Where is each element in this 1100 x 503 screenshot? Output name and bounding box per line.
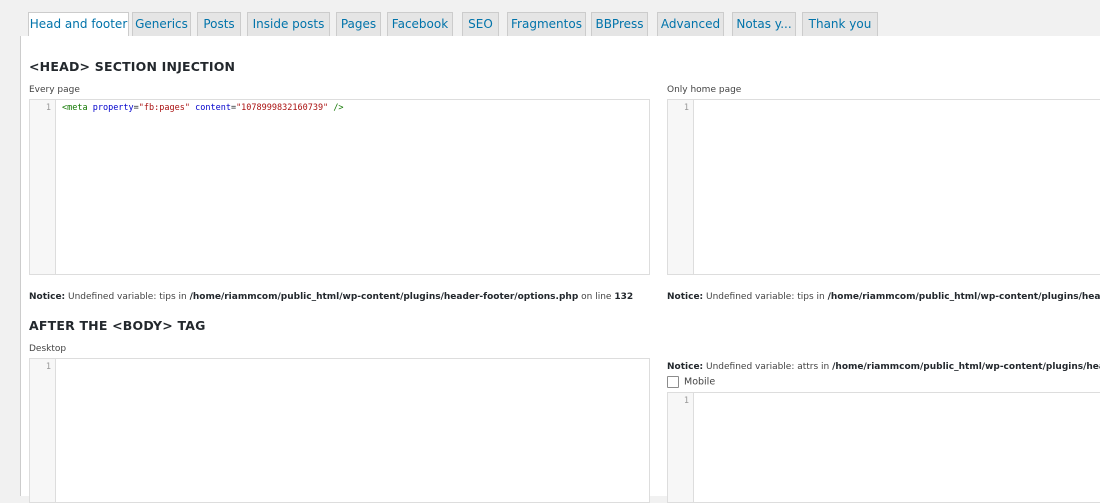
mobile-label: Mobile bbox=[684, 376, 716, 388]
notice-text: on line bbox=[578, 292, 615, 302]
only-home-editor[interactable]: 1 bbox=[667, 99, 1100, 275]
tab-generics[interactable]: Generics bbox=[132, 12, 191, 37]
notice-tips-left: Notice: Undefined variable: tips in /hom… bbox=[29, 292, 633, 302]
notice-path: /home/riammcom/public_html/wp-content/pl… bbox=[827, 292, 1100, 302]
code-attr-property: property bbox=[92, 103, 134, 113]
notice-path: /home/riammcom/public_html/wp-content/pl… bbox=[189, 292, 579, 302]
notice-text: Undefined variable: attrs in bbox=[703, 362, 833, 372]
body-section-title: AFTER THE <BODY> TAG bbox=[29, 318, 206, 333]
notice-prefix: Notice: bbox=[667, 292, 704, 302]
tab-seo[interactable]: SEO bbox=[462, 12, 499, 37]
editor-gutter: 1 bbox=[668, 393, 694, 502]
only-home-label: Only home page bbox=[667, 85, 742, 95]
tab-fragmentos[interactable]: Fragmentos bbox=[507, 12, 586, 37]
editor-gutter: 1 bbox=[668, 100, 694, 274]
line-number: 1 bbox=[683, 396, 689, 406]
mobile-checkbox[interactable] bbox=[667, 376, 679, 388]
mobile-editor[interactable]: 1 bbox=[667, 392, 1100, 503]
tab-pages[interactable]: Pages bbox=[336, 12, 381, 37]
tab-bbpress[interactable]: BBPress bbox=[591, 12, 648, 37]
notice-text: Undefined variable: tips in bbox=[703, 292, 828, 302]
tab-thank-you[interactable]: Thank you bbox=[802, 12, 878, 37]
notice-prefix: Notice: bbox=[29, 292, 66, 302]
tab-inside-posts[interactable]: Inside posts bbox=[247, 12, 330, 37]
notice-attrs-right: Notice: Undefined variable: attrs in /ho… bbox=[667, 362, 1100, 372]
desktop-editor[interactable]: 1 bbox=[29, 358, 650, 503]
notice-text: Undefined variable: tips in bbox=[65, 292, 190, 302]
editor-gutter: 1 bbox=[30, 100, 56, 274]
tab-posts[interactable]: Posts bbox=[197, 12, 241, 37]
notice-path: /home/riammcom/public_html/wp-content/pl… bbox=[832, 362, 1100, 372]
code-tag-open: <meta bbox=[62, 103, 88, 113]
tab-panel: <HEAD> SECTION INJECTION Every page 1 <m… bbox=[20, 36, 1100, 503]
tab-facebook[interactable]: Facebook bbox=[387, 12, 453, 37]
code-tag-close: /> bbox=[333, 103, 344, 113]
code-attr-content: content bbox=[195, 103, 231, 113]
code-line: <meta property="fb:pages" content="10789… bbox=[62, 103, 344, 113]
notice-prefix: Notice: bbox=[667, 362, 704, 372]
tab-notas[interactable]: Notas y... bbox=[732, 12, 796, 37]
every-page-label: Every page bbox=[29, 85, 80, 95]
tab-head-and-footer[interactable]: Head and footer bbox=[28, 12, 129, 38]
line-number: 1 bbox=[45, 103, 51, 113]
tab-bar: Head and footer Generics Posts Inside po… bbox=[20, 12, 1100, 38]
code-value-content: "1078999832160739" bbox=[236, 103, 329, 113]
desktop-label: Desktop bbox=[29, 344, 67, 354]
line-number: 1 bbox=[683, 103, 689, 113]
code-value-property: "fb:pages" bbox=[138, 103, 190, 113]
every-page-editor[interactable]: 1 <meta property="fb:pages" content="107… bbox=[29, 99, 650, 275]
notice-line: 132 bbox=[614, 292, 634, 302]
head-section-title: <HEAD> SECTION INJECTION bbox=[29, 59, 236, 74]
editor-gutter: 1 bbox=[30, 359, 56, 502]
line-number: 1 bbox=[45, 362, 51, 372]
notice-tips-right: Notice: Undefined variable: tips in /hom… bbox=[667, 292, 1100, 302]
tab-advanced[interactable]: Advanced bbox=[657, 12, 724, 37]
mobile-option[interactable]: Mobile bbox=[667, 376, 715, 388]
